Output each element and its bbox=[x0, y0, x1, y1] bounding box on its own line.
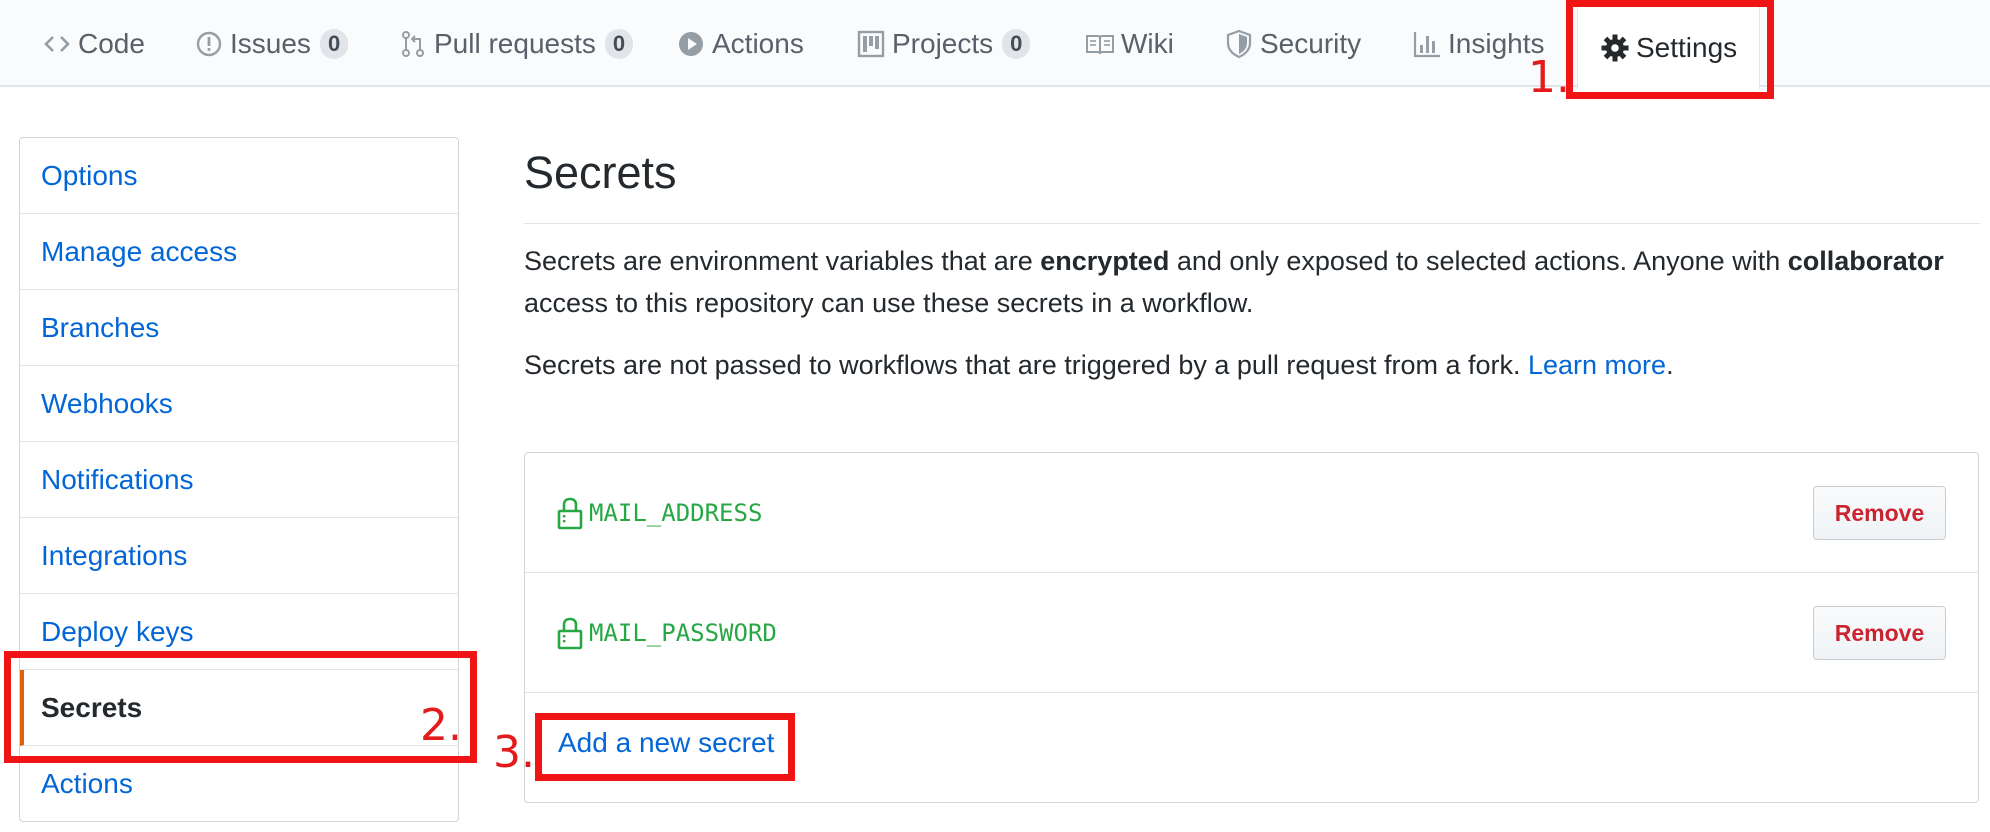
secrets-content: Secrets Secrets are environment variable… bbox=[524, 140, 1980, 386]
tab-label: Security bbox=[1260, 27, 1362, 59]
tab-insights[interactable]: Insights bbox=[1412, 0, 1545, 87]
description-text: and only exposed to selected actions. An… bbox=[1169, 246, 1788, 276]
graph-icon bbox=[1412, 29, 1442, 59]
annotation-box-secrets bbox=[4, 651, 477, 763]
tab-label: Actions bbox=[712, 27, 804, 59]
code-icon bbox=[42, 29, 72, 59]
tab-label: Projects bbox=[892, 27, 994, 59]
tab-label: Wiki bbox=[1121, 27, 1174, 59]
play-icon bbox=[676, 29, 706, 59]
fork-note-text: Secrets are not passed to workflows that… bbox=[524, 350, 1528, 380]
description-bold-collaborator: collaborator bbox=[1787, 246, 1944, 276]
annotation-box-settings bbox=[1566, 0, 1774, 99]
issue-icon bbox=[194, 29, 224, 59]
secret-name: MAIL_ADDRESS bbox=[589, 498, 763, 527]
learn-more-link[interactable]: Learn more bbox=[1528, 350, 1666, 380]
tab-code[interactable]: Code bbox=[42, 0, 145, 87]
tab-security[interactable]: Security bbox=[1224, 0, 1361, 87]
sidebar-item-manage-access[interactable]: Manage access bbox=[20, 214, 458, 290]
book-icon bbox=[1085, 29, 1115, 59]
sidebar-item-options[interactable]: Options bbox=[20, 138, 458, 214]
shield-icon bbox=[1224, 29, 1254, 59]
sidebar-item-branches[interactable]: Branches bbox=[20, 290, 458, 366]
description-text: Secrets are environment variables that a… bbox=[524, 246, 1041, 276]
secret-row: MAIL_PASSWORD Remove bbox=[525, 573, 1978, 693]
annotation-step-3: 3. bbox=[493, 727, 535, 778]
annotation-step-1: 1. bbox=[1528, 52, 1570, 103]
issues-count-badge: 0 bbox=[319, 28, 349, 59]
tab-label: Code bbox=[78, 27, 145, 59]
description-bold-encrypted: encrypted bbox=[1040, 246, 1170, 276]
pull-requests-count-badge: 0 bbox=[604, 28, 634, 59]
tab-wiki[interactable]: Wiki bbox=[1085, 0, 1174, 87]
tab-pull-requests[interactable]: Pull requests 0 bbox=[398, 0, 634, 87]
sidebar-item-notifications[interactable]: Notifications bbox=[20, 442, 458, 518]
annotation-step-2: 2. bbox=[420, 700, 462, 751]
description-text: access to this repository can use these … bbox=[524, 288, 1254, 318]
fork-note-period: . bbox=[1666, 350, 1674, 380]
project-icon bbox=[856, 29, 886, 59]
page-title: Secrets bbox=[524, 140, 1980, 224]
tab-actions[interactable]: Actions bbox=[676, 0, 804, 87]
remove-secret-button[interactable]: Remove bbox=[1813, 606, 1946, 660]
projects-count-badge: 0 bbox=[1002, 28, 1031, 59]
secrets-description: Secrets are environment variables that a… bbox=[524, 240, 1974, 324]
remove-secret-button[interactable]: Remove bbox=[1813, 486, 1946, 540]
lock-icon bbox=[557, 616, 583, 650]
secret-row: MAIL_ADDRESS Remove bbox=[525, 453, 1978, 573]
tab-label: Pull requests bbox=[434, 27, 596, 59]
pull-request-icon bbox=[398, 29, 428, 59]
fork-note: Secrets are not passed to workflows that… bbox=[524, 344, 1980, 386]
annotation-box-add-secret bbox=[535, 713, 795, 781]
sidebar-item-webhooks[interactable]: Webhooks bbox=[20, 366, 458, 442]
tab-projects[interactable]: Projects 0 bbox=[856, 0, 1031, 87]
secret-name: MAIL_PASSWORD bbox=[589, 618, 777, 647]
tab-issues[interactable]: Issues 0 bbox=[194, 0, 349, 87]
tab-label: Issues bbox=[230, 27, 311, 59]
lock-icon bbox=[557, 496, 583, 530]
sidebar-item-integrations[interactable]: Integrations bbox=[20, 518, 458, 594]
